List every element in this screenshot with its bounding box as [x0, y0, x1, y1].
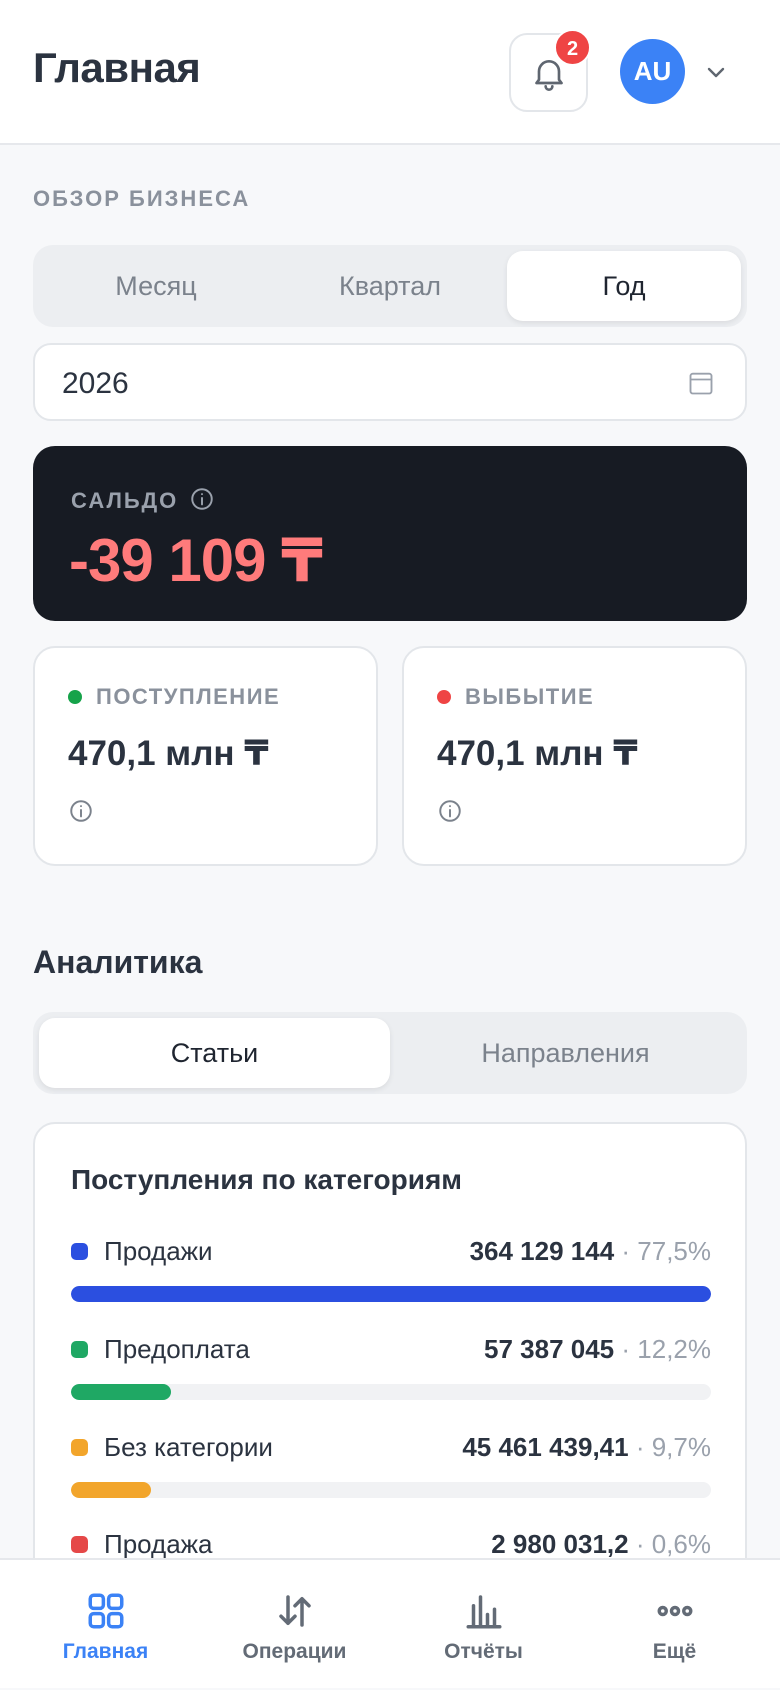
category-progress-track [71, 1286, 711, 1302]
nav-home-label: Главная [62, 1640, 149, 1663]
section-label-overview: ОБЗОР БИЗНЕСА [33, 186, 251, 211]
category-name: Без категории [104, 1432, 273, 1462]
category-row[interactable]: Без категории 45 461 439,41 · 9,7% [71, 1432, 711, 1522]
tab-month[interactable]: Месяц [39, 251, 273, 321]
tab-year[interactable]: Год [507, 251, 741, 321]
analytics-title: Аналитика [33, 944, 203, 980]
category-progress-fill [71, 1286, 711, 1302]
category-amount: 57 387 045 [484, 1334, 615, 1364]
category-value: 57 387 045 · 12,2% [484, 1334, 711, 1365]
year-value: 2026 [62, 367, 129, 400]
category-value: 364 129 144 · 77,5% [470, 1236, 711, 1267]
analytics-segmented-control: Статьи Направления [33, 1012, 747, 1094]
nav-reports[interactable]: Отчёты [386, 1560, 581, 1690]
category-color-dot [71, 1243, 88, 1260]
chevron-down-icon[interactable] [704, 60, 728, 84]
info-icon[interactable] [189, 486, 215, 512]
nav-more[interactable]: Ещё [577, 1560, 772, 1690]
category-value: 45 461 439,41 · 9,7% [462, 1432, 711, 1463]
income-dot [68, 690, 82, 704]
category-progress-track [71, 1482, 711, 1498]
expense-card: ВЫБЫТИЕ 470,1 млн ₸ [402, 646, 747, 866]
page-title: Главная [33, 44, 201, 91]
expense-dot [437, 690, 451, 704]
category-percent: · 12,2% [621, 1334, 711, 1364]
category-progress-fill [71, 1384, 172, 1400]
period-segmented-control: Месяц Квартал Год [33, 245, 747, 327]
income-label: ПОСТУПЛЕНИЕ [96, 684, 281, 709]
balance-label: САЛЬДО [71, 488, 179, 513]
more-icon [657, 1605, 693, 1617]
expense-value: 470,1 млн ₸ [437, 734, 638, 773]
category-color-dot [71, 1341, 88, 1358]
expense-label: ВЫБЫТИЕ [465, 684, 595, 709]
grid-icon [88, 1593, 124, 1629]
tab-directions[interactable]: Направления [390, 1018, 741, 1088]
income-card: ПОСТУПЛЕНИЕ 470,1 млн ₸ [33, 646, 378, 866]
info-icon[interactable] [437, 798, 463, 824]
category-amount: 364 129 144 [469, 1236, 615, 1266]
year-picker-field[interactable]: 2026 [33, 343, 747, 421]
arrows-updown-icon [279, 1595, 311, 1627]
category-progress-track [71, 1384, 711, 1400]
category-value: 2 980 031,2 · 0,6% [491, 1529, 711, 1560]
category-name: Предоплата [104, 1334, 250, 1364]
card-title: Поступления по категориям [71, 1164, 462, 1195]
category-row[interactable]: Предоплата 57 387 045 · 12,2% [71, 1334, 711, 1424]
income-value: 470,1 млн ₸ [68, 734, 269, 773]
balance-card: САЛЬДО -39 109 ₸ [33, 446, 747, 621]
bottom-navigation: Главная Операции Отчёты Ещё [0, 1558, 780, 1688]
category-progress-fill [71, 1482, 151, 1498]
bar-chart-icon [466, 1595, 502, 1629]
info-icon[interactable] [68, 798, 94, 824]
category-name: Продажа [104, 1529, 213, 1559]
balance-amount: -39 109 ₸ [69, 527, 323, 594]
category-name: Продажи [104, 1236, 213, 1266]
notification-badge: 2 [554, 29, 591, 66]
category-percent: · 0,6% [635, 1529, 711, 1559]
nav-home[interactable]: Главная [8, 1560, 203, 1690]
category-amount: 45 461 439,41 [462, 1432, 629, 1462]
category-percent: · 9,7% [635, 1432, 711, 1462]
category-color-dot [71, 1536, 88, 1553]
top-header: Главная 2 AU [0, 0, 780, 145]
calendar-icon[interactable] [687, 369, 715, 397]
nav-operations-label: Операции [242, 1640, 347, 1663]
nav-more-label: Ещё [652, 1640, 697, 1663]
category-row[interactable]: Продажи 364 129 144 · 77,5% [71, 1236, 711, 1326]
category-amount: 2 980 031,2 [491, 1529, 629, 1559]
avatar[interactable]: AU [620, 39, 685, 104]
nav-operations[interactable]: Операции [197, 1560, 392, 1690]
category-color-dot [71, 1439, 88, 1456]
tab-quarter[interactable]: Квартал [273, 251, 507, 321]
nav-reports-label: Отчёты [444, 1640, 523, 1663]
category-percent: · 77,5% [621, 1236, 711, 1266]
tab-articles[interactable]: Статьи [39, 1018, 390, 1088]
